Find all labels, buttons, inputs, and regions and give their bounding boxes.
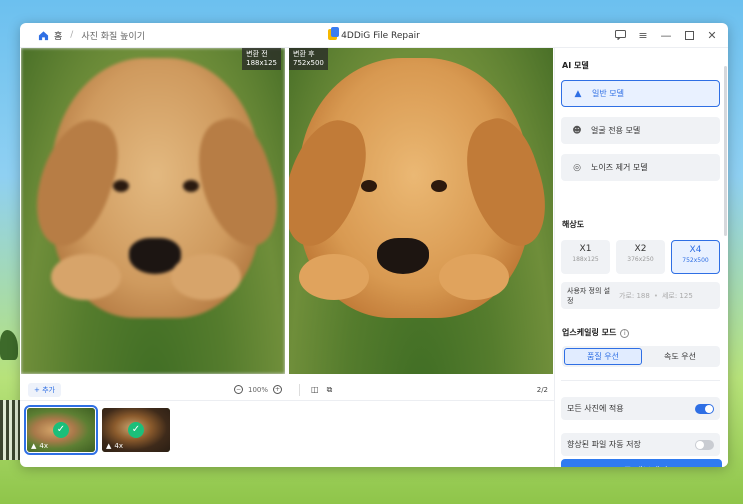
- resolution-scale: X1: [579, 244, 592, 254]
- zoom-value: 100%: [248, 385, 269, 394]
- model-face-label: 얼굴 전용 모델: [591, 126, 641, 135]
- minimize-icon[interactable]: —: [660, 29, 672, 41]
- image-icon: ▲: [31, 442, 37, 450]
- title-bar: 홈 / 사진 화질 높이기 4DDiG File Repair ≡ — ✕: [20, 23, 728, 48]
- preview-toolbar: + 추가 − 100% + ◫ ⧉ 2/2: [20, 379, 554, 401]
- resolution-scale: X2: [634, 244, 647, 254]
- before-label: 변환 전: [246, 50, 268, 58]
- custom-height-field[interactable]: 세로: 125: [662, 291, 693, 301]
- breadcrumb-home[interactable]: 홈: [54, 29, 62, 42]
- thumbnail-label: ▲ 4x: [106, 442, 123, 450]
- before-tag: 변환 전 188x125: [242, 48, 281, 70]
- thumbnail-label: ▲ 4x: [31, 442, 48, 450]
- custom-resolution-label: 사용자 정의 설정: [567, 286, 611, 305]
- after-tag: 변환 후 752x500: [289, 48, 328, 70]
- model-noise[interactable]: ◎ 노이즈 제거 모델: [561, 154, 720, 181]
- side-by-side-view-icon[interactable]: ◫: [311, 385, 319, 394]
- model-general[interactable]: ▲ 일반 모델: [561, 80, 720, 107]
- background-tree: [0, 330, 18, 360]
- check-icon: ✓: [53, 422, 69, 438]
- autosave-toggle[interactable]: [695, 439, 714, 450]
- window-controls: ≡ — ✕: [614, 29, 718, 41]
- resolution-size: 376x250: [627, 256, 654, 263]
- zoom-out-icon[interactable]: −: [234, 385, 243, 394]
- resolution-x1[interactable]: X1 188x125: [561, 240, 610, 274]
- close-icon[interactable]: ✕: [706, 29, 718, 41]
- upscale-mode-title: 업스케일링 모드 i: [562, 327, 630, 338]
- custom-resolution[interactable]: 사용자 정의 설정 가로: 188 • 세로: 125: [561, 282, 720, 309]
- after-size: 752x500: [293, 59, 324, 67]
- autosave-row: 향상된 파일 자동 저장: [561, 433, 720, 456]
- add-button[interactable]: + 추가: [28, 382, 61, 397]
- model-face[interactable]: ☻ 얼굴 전용 모델: [561, 117, 720, 144]
- custom-width-field[interactable]: 가로: 188: [619, 291, 650, 301]
- upscale-mode-label: 업스케일링 모드: [562, 328, 617, 337]
- maximize-icon[interactable]: [683, 29, 695, 41]
- resolution-title: 해상도: [562, 220, 585, 229]
- thumbnail-item[interactable]: ✓ ▲ 4x: [102, 408, 170, 452]
- breadcrumb: 홈 / 사진 화질 높이기: [20, 29, 145, 42]
- upscale-mode-toggle: 품질 우선 속도 우선: [562, 346, 720, 367]
- mode-speed[interactable]: 속도 우선: [642, 348, 718, 365]
- separator-dot: •: [653, 291, 658, 300]
- breadcrumb-current: 사진 화질 높이기: [81, 31, 146, 42]
- mode-quality[interactable]: 품질 우선: [564, 348, 642, 365]
- view-mode-toggle: ◫ ⧉: [299, 383, 333, 396]
- resolution-size: 752x500: [682, 257, 709, 264]
- before-image: 변환 전 188x125: [21, 48, 285, 374]
- home-icon[interactable]: [38, 30, 49, 41]
- after-label: 변환 후: [293, 50, 315, 58]
- resolution-size: 188x125: [572, 256, 599, 263]
- autosave-label: 향상된 파일 자동 저장: [567, 440, 641, 449]
- resolution-scale: X4: [689, 245, 702, 255]
- apply-all-toggle[interactable]: [695, 403, 714, 414]
- model-noise-label: 노이즈 제거 모델: [591, 163, 648, 172]
- menu-icon[interactable]: ≡: [637, 29, 649, 41]
- divider: [561, 380, 720, 381]
- breadcrumb-separator: /: [70, 30, 74, 40]
- resolution-x2[interactable]: X2 376x250: [616, 240, 665, 274]
- noise-icon: ◎: [573, 162, 581, 173]
- info-icon[interactable]: i: [620, 329, 630, 338]
- ai-model-title: AI 모델: [562, 61, 589, 70]
- main-area: 변환 전 188x125 변환 후 752x500 + 추가 − 100% + …: [20, 48, 554, 467]
- image-icon: ▲: [574, 88, 582, 99]
- thumbnail-strip: ✓ ▲ 4x ✓ ▲ 4x: [24, 405, 170, 455]
- face-icon: ☻: [572, 125, 582, 136]
- panel-scrollbar[interactable]: [724, 66, 727, 236]
- zoom-in-icon[interactable]: +: [273, 385, 283, 394]
- app-logo-icon: [328, 27, 340, 40]
- resolution-x4[interactable]: X4 752x500: [671, 240, 720, 274]
- image-icon: ▲: [106, 442, 112, 450]
- comparison-preview[interactable]: 변환 전 188x125 변환 후 752x500: [21, 48, 553, 374]
- settings-panel: AI 모델 ▲ 일반 모델 ☻ 얼굴 전용 모델 ◎ 노이즈 제거 모델 해상도…: [554, 48, 728, 467]
- check-icon: ✓: [128, 422, 144, 438]
- split-view-icon[interactable]: ⧉: [327, 385, 333, 395]
- zoom-controls: − 100% +: [234, 385, 283, 394]
- toolbar-divider: [299, 383, 300, 396]
- app-window: 홈 / 사진 화질 높이기 4DDiG File Repair ≡ — ✕ 변환…: [20, 23, 728, 467]
- before-size: 188x125: [246, 59, 277, 67]
- model-general-label: 일반 모델: [592, 89, 624, 98]
- feedback-icon[interactable]: [614, 29, 626, 41]
- thumbnail-item[interactable]: ✓ ▲ 4x: [24, 405, 98, 455]
- app-title-text: 4DDiG File Repair: [341, 31, 420, 41]
- after-image: 변환 후 752x500: [289, 48, 553, 374]
- export-all-button[interactable]: 모두 내보내기: [561, 459, 722, 467]
- apply-all-row: 모든 사진에 적용: [561, 397, 720, 420]
- apply-all-label: 모든 사진에 적용: [567, 404, 624, 413]
- page-indicator: 2/2: [536, 385, 548, 394]
- background-zebra: [0, 400, 22, 460]
